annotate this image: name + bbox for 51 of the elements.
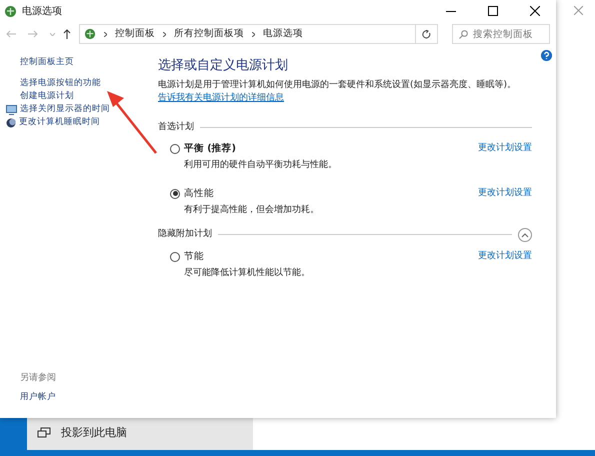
plan-name[interactable]: 高性能 [184,186,214,202]
sidebar-link[interactable]: 选择关闭显示器的时间 [20,103,110,116]
radio-button[interactable] [170,144,180,154]
change-settings-link[interactable]: 更改计划设置 [478,186,532,202]
radio-button[interactable] [170,188,180,199]
minimize-icon [446,10,456,12]
sidebar-link[interactable]: 选择电源按钮的功能 [6,77,150,90]
sidebar-link[interactable]: 更改计算机睡眠时间 [19,116,100,129]
window-title: 电源选项 [22,4,62,18]
power-options-icon [4,4,17,18]
section-title: 另请参阅 [20,372,57,384]
close-icon[interactable] [574,6,583,15]
maximize-icon [488,6,498,16]
page-heading: 选择或自定义电源计划 [158,58,289,74]
search-field[interactable]: 搜索控制面板 [452,24,550,44]
chevron-icon [163,32,166,36]
chevron-icon [252,32,255,36]
search-icon [459,30,468,39]
plan-name[interactable]: 平衡 (推荐) [184,142,236,156]
group-title: 隐藏附加计划 [158,228,212,241]
breadcrumb-item[interactable]: 控制面板 [115,26,155,42]
details-link[interactable]: 告诉我有关电源计划的详细信息 [158,92,284,103]
moon-icon [6,118,16,128]
up-arrow-icon[interactable] [63,29,71,39]
radio-button[interactable] [170,252,180,262]
breadcrumb-item[interactable]: 所有控制面板项 [174,26,244,42]
plan-description: 利用可用的硬件自动平衡功耗与性能。 [183,159,338,172]
change-settings-link[interactable]: 更改计划设置 [478,142,532,156]
plan-description: 尽可能降低计算机性能以节能。 [183,266,311,280]
menu-item-label: 投影到此电脑 [61,424,127,441]
chevron-up-icon [521,232,529,238]
monitor-icon [6,104,17,114]
help-icon[interactable] [541,50,552,61]
group-title: 首选计划 [158,120,194,134]
power-options-icon [84,28,96,40]
refresh-button[interactable] [416,24,438,44]
plan-name[interactable]: 节能 [184,250,204,264]
sidebar-link[interactable]: 控制面板主页 [6,56,150,69]
description-text: 电源计划是用于管理计算机如何使用电源的一套硬件和系统设置(如显示器亮度、睡眠等)。 告诉我有关电源计划的详细信息 [158,78,518,105]
refresh-icon [422,30,431,40]
close-icon [530,6,540,16]
address-bar[interactable]: 控制面板 所有控制面板项 电源选项 [79,24,416,44]
chevron-icon [104,32,107,36]
see-also-link[interactable]: 用户帐户 [20,391,150,404]
menu-item-panel[interactable]: 投影到此电脑 [27,416,253,450]
sidebar-link[interactable]: 创建电源计划 [6,90,150,103]
change-settings-link[interactable]: 更改计划设置 [478,250,532,264]
breadcrumb-item[interactable]: 电源选项 [263,26,303,42]
collapse-button[interactable] [518,228,532,242]
projector-icon [37,427,51,439]
plan-description: 有利于提高性能，但会增加功耗。 [183,204,320,218]
